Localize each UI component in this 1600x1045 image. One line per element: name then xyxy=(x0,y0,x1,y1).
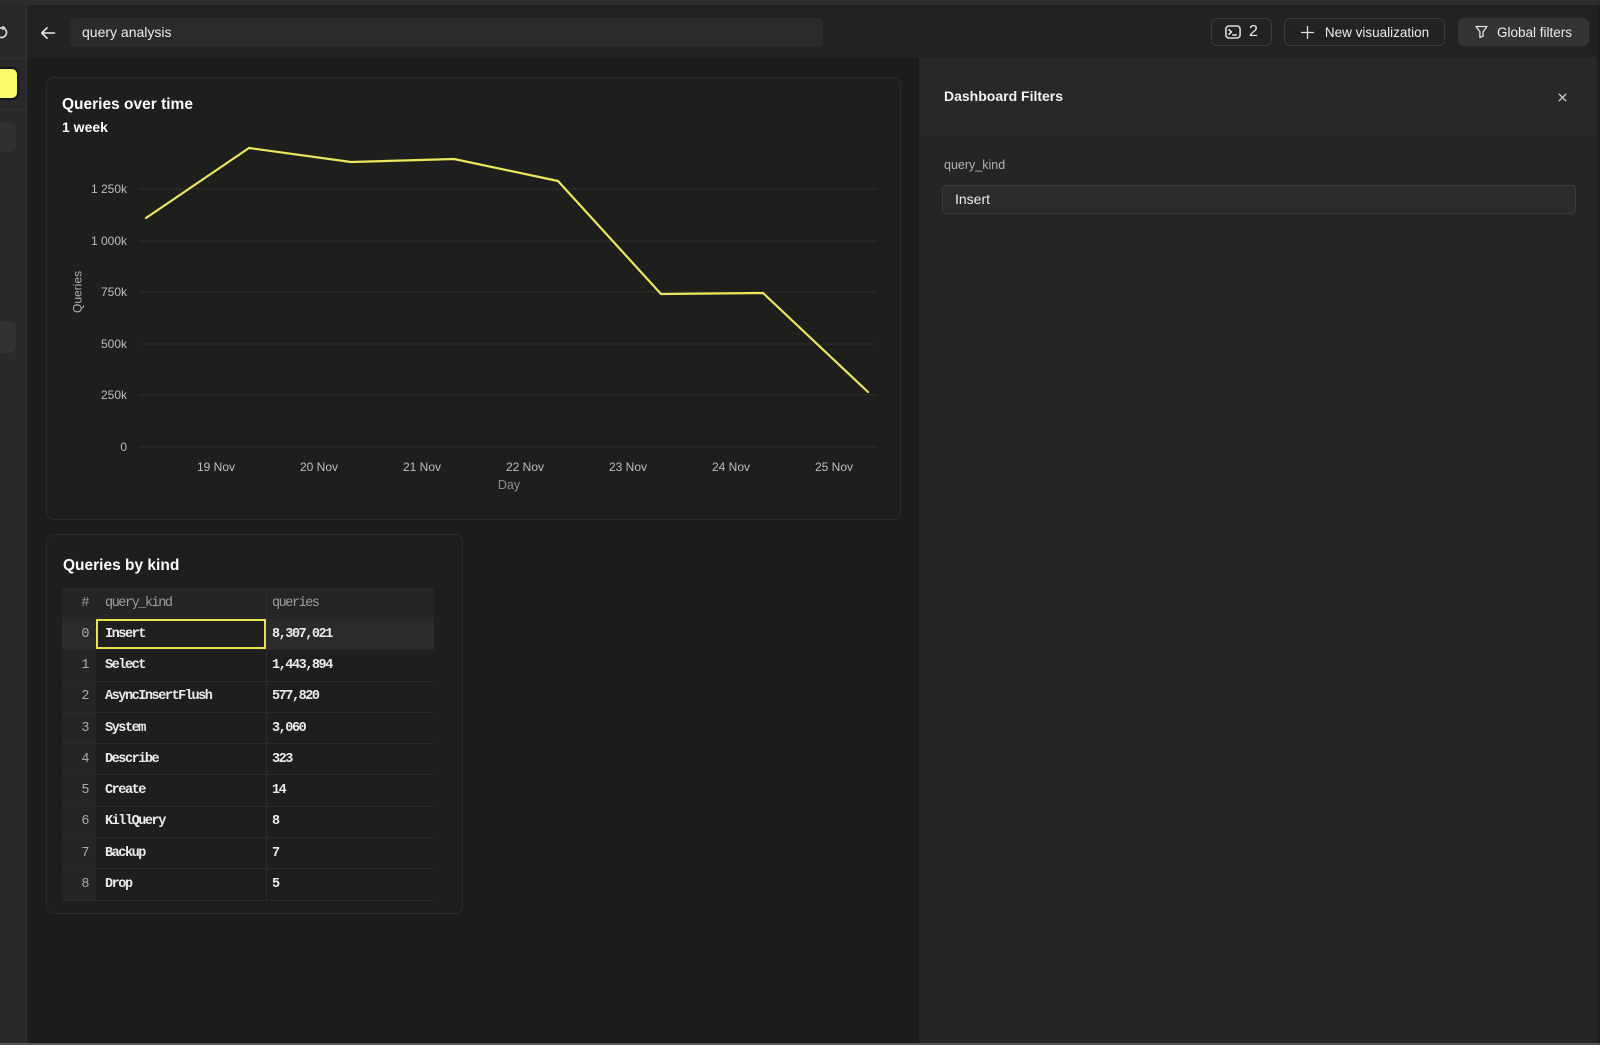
svg-text:0: 0 xyxy=(120,440,127,454)
svg-text:19 Nov: 19 Nov xyxy=(197,460,235,474)
svg-text:1 250k: 1 250k xyxy=(91,182,128,196)
svg-text:23 Nov: 23 Nov xyxy=(609,460,647,474)
svg-text:1 000k: 1 000k xyxy=(91,234,128,248)
svg-text:250k: 250k xyxy=(101,388,128,402)
svg-text:750k: 750k xyxy=(101,285,128,299)
svg-text:21 Nov: 21 Nov xyxy=(403,460,441,474)
svg-text:22 Nov: 22 Nov xyxy=(506,460,544,474)
svg-text:Queries: Queries xyxy=(71,271,85,313)
svg-text:500k: 500k xyxy=(101,337,128,351)
svg-text:Day: Day xyxy=(498,478,521,492)
svg-text:20 Nov: 20 Nov xyxy=(300,460,338,474)
svg-text:25 Nov: 25 Nov xyxy=(815,460,853,474)
svg-text:24 Nov: 24 Nov xyxy=(712,460,750,474)
